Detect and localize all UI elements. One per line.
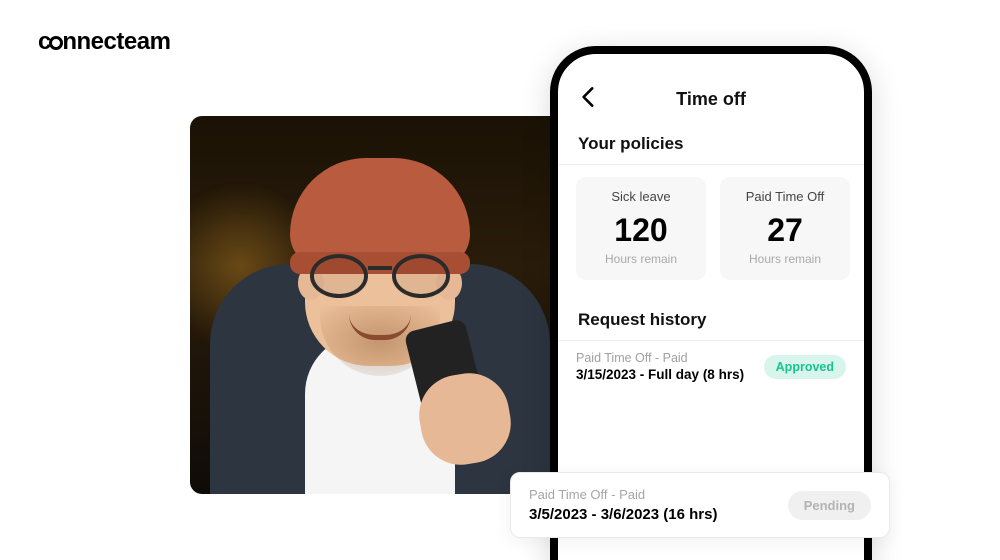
policy-unit: Hours remain <box>726 252 844 266</box>
policy-name: Paid Time Off <box>726 189 844 204</box>
history-type: Paid Time Off - Paid <box>576 351 744 365</box>
chevron-left-icon <box>576 84 602 110</box>
policy-card-sick-leave[interactable]: Sick leave 120 Hours remain <box>576 177 706 280</box>
policy-value: 120 <box>582 214 700 246</box>
policy-name: Sick leave <box>582 189 700 204</box>
history-detail: 3/15/2023 - Full day (8 hrs) <box>576 367 744 382</box>
back-button[interactable] <box>576 84 602 110</box>
brand-logo: cconnecteamnnecteam <box>38 28 170 56</box>
policy-card-pto[interactable]: Paid Time Off 27 Hours remain <box>720 177 850 280</box>
history-item[interactable]: Paid Time Off - Paid 3/15/2023 - Full da… <box>558 341 864 398</box>
history-detail: 3/5/2023 - 3/6/2023 (16 hrs) <box>529 506 717 523</box>
status-badge-approved: Approved <box>764 355 846 379</box>
policy-unit: Hours remain <box>582 252 700 266</box>
history-type: Paid Time Off - Paid <box>529 487 717 502</box>
policy-value: 27 <box>726 214 844 246</box>
history-heading: Request history <box>558 298 864 340</box>
request-card[interactable]: Paid Time Off - Paid 3/5/2023 - 3/6/2023… <box>510 472 890 538</box>
status-badge-pending: Pending <box>788 491 871 520</box>
hero-photo <box>190 116 570 494</box>
nav-bar: Time off <box>558 76 864 122</box>
policies-heading: Your policies <box>558 122 864 164</box>
page-title: Time off <box>676 89 746 110</box>
policies-row[interactable]: Sick leave 120 Hours remain Paid Time Of… <box>558 165 864 298</box>
